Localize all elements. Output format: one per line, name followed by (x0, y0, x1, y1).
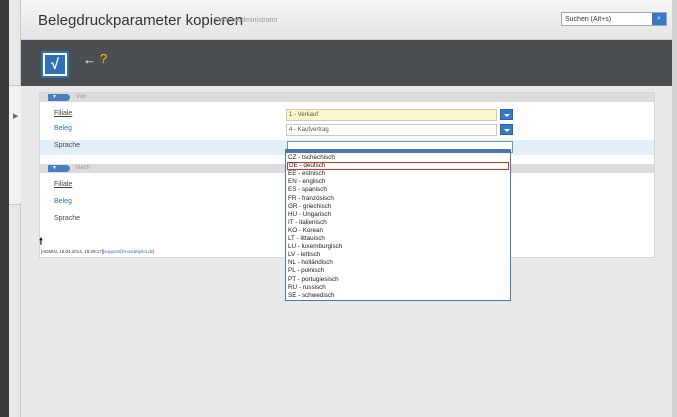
dropdown-option[interactable]: ES - spanisch (287, 186, 509, 194)
collapse-toggle-von[interactable]: ▼ (48, 94, 70, 101)
dropdown-button-von-beleg[interactable] (500, 124, 513, 135)
row-von-filiale: Filiale 1 - Verkauf (40, 108, 654, 123)
left-edge (0, 0, 9, 417)
dropdown-option[interactable]: IT - italienisch (287, 219, 509, 227)
label-nach-filiale[interactable]: Filiale (54, 181, 72, 188)
dropdown-option[interactable]: FR - französisch (287, 195, 509, 203)
toolbar: √ ← ? (21, 40, 672, 86)
label-nach-beleg: Beleg (54, 198, 72, 205)
dropdown-option[interactable]: DE - deutsch (287, 162, 509, 171)
footer-status-prefix: [ADMIN, 15.04.2014, 15:29:17][ (41, 249, 105, 254)
dropdown-option[interactable]: HU - Ungarisch (287, 211, 509, 219)
section-label-nach: Nach (76, 165, 91, 171)
label-von-beleg: Beleg (54, 125, 72, 132)
dropdown-option[interactable]: NL - holländisch (287, 259, 509, 267)
confirm-button[interactable]: √ (41, 51, 69, 78)
dropdown-option[interactable]: PT - portugiesisch (287, 276, 509, 284)
page-title: Belegdruckparameter kopieren (38, 12, 244, 29)
dropdown-option[interactable]: PL - polnisch (287, 267, 509, 275)
section-header-von: ▼ Von (40, 93, 654, 102)
dropdown-header-bar (286, 150, 510, 153)
left-gutter (9, 0, 21, 417)
dropdown-button-von-filiale[interactable] (500, 109, 513, 120)
app-window: ▶ Belegdruckparameter kopieren Systemadm… (0, 0, 677, 417)
dropdown-option[interactable]: SE - schwedisch (287, 292, 509, 300)
collapse-toggle-nach[interactable]: ▼ (48, 165, 70, 172)
support-email-link[interactable]: support@mosdetpilot.de (104, 249, 153, 254)
label-von-filiale[interactable]: Filiale (54, 110, 72, 117)
field-von-filiale[interactable]: 1 - Verkauf (286, 109, 497, 121)
header: Belegdruckparameter kopieren Systemadmin… (21, 0, 672, 40)
help-icon[interactable]: ? (100, 51, 107, 66)
back-arrow-icon[interactable]: ← (83, 52, 96, 67)
side-panel-arrow-icon: ▶ (13, 113, 19, 120)
page-subtitle: Systemadministrator (214, 17, 278, 24)
dropdown-option[interactable]: EE - estnisch (287, 170, 509, 178)
scroll-top-arrow-icon[interactable]: 🠕 (39, 234, 43, 250)
dropdown-option[interactable]: KO - Korean (287, 227, 509, 235)
footer-status-suffix: ] (153, 249, 155, 254)
dropdown-option[interactable]: LV - lettisch (287, 251, 509, 259)
dropdown-option[interactable]: LU - luxemburgisch (287, 243, 509, 251)
section-label-von: Von (76, 94, 87, 100)
language-dropdown-list[interactable]: CZ - tschechisch DE - deutsch EE - estnisc… (285, 149, 511, 301)
search-icon: ⌕ (657, 15, 661, 22)
right-gutter (672, 0, 677, 417)
dropdown-option[interactable]: CZ - tschechisch (287, 154, 509, 162)
checkmark-icon: √ (45, 55, 65, 74)
dropdown-option[interactable]: LT - littauisch (287, 235, 509, 243)
search-box: ⌕ (561, 12, 667, 26)
footer-status: [ADMIN, 15.04.2014, 15:29:17][support@mo… (41, 249, 154, 254)
search-button[interactable]: ⌕ (652, 13, 666, 25)
search-input[interactable] (565, 14, 647, 24)
field-von-beleg[interactable]: 4 - Kaufvertrag (286, 124, 497, 136)
dropdown-option[interactable]: RU - russisch (287, 284, 509, 292)
label-nach-sprache: Sprache (54, 215, 81, 222)
dropdown-option[interactable]: EN - englisch (287, 178, 509, 186)
dropdown-option[interactable]: GR - griechisch (287, 203, 509, 211)
row-von-beleg: Beleg 4 - Kaufvertrag (40, 123, 654, 138)
label-von-sprache: Sprache (54, 142, 81, 149)
